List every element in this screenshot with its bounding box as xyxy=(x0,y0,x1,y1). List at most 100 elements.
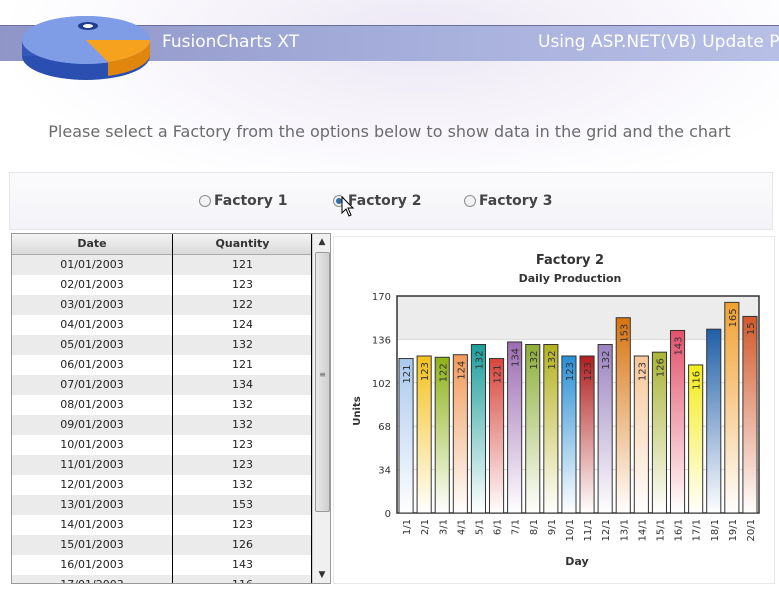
quantity-cell: 126 xyxy=(232,538,253,551)
table-row[interactable]: 07/01/2003 134 xyxy=(12,375,312,395)
x-tick-label: 16/1 xyxy=(674,519,685,541)
x-tick-label: 18/1 xyxy=(710,519,721,541)
date-cell: 01/01/2003 xyxy=(60,258,124,271)
y-tick-label: 34 xyxy=(378,466,391,477)
quantity-cell: 123 xyxy=(232,438,253,451)
table-row[interactable]: 05/01/2003 132 xyxy=(12,335,312,355)
bar[interactable] xyxy=(706,328,722,514)
date-cell: 09/01/2003 xyxy=(60,418,124,431)
data-label: 124 xyxy=(456,361,467,380)
factory-2-label[interactable]: Factory 2 xyxy=(348,193,421,209)
table-row[interactable]: 03/01/2003 122 xyxy=(12,295,312,315)
table-row[interactable]: 16/01/2003 143 xyxy=(12,555,312,575)
quantity-cell: 134 xyxy=(232,378,253,391)
x-tick-label: 6/1 xyxy=(493,519,504,535)
data-label: 132 xyxy=(529,351,540,370)
date-cell: 08/01/2003 xyxy=(60,398,124,411)
data-label: 123 xyxy=(637,362,648,381)
table-row[interactable]: 15/01/2003 126 xyxy=(12,535,312,555)
date-cell: 05/01/2003 xyxy=(60,338,124,351)
scrollbar-thumb[interactable]: ≡ xyxy=(315,252,330,512)
quantity-cell: 123 xyxy=(232,458,253,471)
quantity-cell: 123 xyxy=(232,518,253,531)
data-label: 126 xyxy=(655,358,666,377)
date-cell: 17/01/2003 xyxy=(12,575,172,583)
scroll-down-arrow-icon[interactable]: ▼ xyxy=(313,567,330,583)
data-label: 121 xyxy=(493,365,504,384)
quantity-cell: 116 xyxy=(173,575,312,583)
bar[interactable] xyxy=(742,315,758,514)
date-cell: 14/01/2003 xyxy=(60,518,124,531)
bar[interactable] xyxy=(669,329,686,514)
bar[interactable] xyxy=(724,301,740,514)
data-label: 132 xyxy=(547,351,558,370)
y-tick-label: 0 xyxy=(385,509,391,520)
table-row[interactable]: 10/01/2003 123 xyxy=(12,435,312,455)
x-tick-label: 14/1 xyxy=(637,519,648,541)
app-title: FusionCharts XT xyxy=(162,32,300,52)
table-row[interactable]: 14/01/2003 123 xyxy=(12,515,312,535)
quantity-cell: 121 xyxy=(232,258,253,271)
plot-band xyxy=(397,296,759,340)
data-label: 143 xyxy=(674,336,685,355)
x-tick-label: 3/1 xyxy=(438,519,449,535)
date-cell: 07/01/2003 xyxy=(60,378,124,391)
radio-unchecked-icon[interactable] xyxy=(464,195,476,207)
column-header-quantity[interactable]: Quantity xyxy=(173,234,312,254)
factory-3-label[interactable]: Factory 3 xyxy=(479,193,552,209)
data-label: 123 xyxy=(583,362,594,381)
quantity-cell: 124 xyxy=(232,318,253,331)
table-row[interactable]: 08/01/2003 132 xyxy=(12,395,312,415)
table-row[interactable]: 17/01/2003116 xyxy=(12,575,312,583)
chart-container: Factory 2 Daily Production Day Units 0 34… xyxy=(333,236,775,584)
bar-chart: Factory 2 Daily Production Day Units 0 34… xyxy=(352,253,760,568)
mouse-cursor-icon xyxy=(341,196,355,217)
page-subtitle: Using ASP.NET(VB) Update P xyxy=(538,32,779,52)
radio-unchecked-icon[interactable] xyxy=(199,195,211,207)
chart-title: Factory 2 xyxy=(536,253,604,268)
date-cell: 02/01/2003 xyxy=(60,278,124,291)
data-label: 134 xyxy=(511,348,522,367)
table-row[interactable]: 02/01/2003 123 xyxy=(12,275,312,295)
data-label: 165 xyxy=(728,308,739,327)
quantity-cell: 122 xyxy=(232,298,253,311)
factory-1-label[interactable]: Factory 1 xyxy=(214,193,287,209)
data-label: 15 xyxy=(746,322,757,335)
date-cell: 10/01/2003 xyxy=(60,438,124,451)
y-tick-label: 68 xyxy=(378,422,391,433)
x-tick-label: 13/1 xyxy=(619,519,630,541)
date-cell: 04/01/2003 xyxy=(60,318,124,331)
bar[interactable] xyxy=(615,317,631,514)
quantity-cell: 132 xyxy=(232,478,253,491)
scroll-up-arrow-icon[interactable]: ▲ xyxy=(313,234,330,250)
grid-scrollbar[interactable]: ▲ ≡ ▼ xyxy=(312,234,330,583)
x-tick-label: 5/1 xyxy=(474,519,485,535)
x-tick-label: 12/1 xyxy=(601,519,612,541)
data-label: 123 xyxy=(565,362,576,381)
table-row[interactable]: 11/01/2003 123 xyxy=(12,455,312,475)
table-row[interactable]: 12/01/2003 132 xyxy=(12,475,312,495)
table-row[interactable]: 01/01/2003 121 xyxy=(12,255,312,275)
x-tick-label: 19/1 xyxy=(728,519,739,541)
quantity-cell: 143 xyxy=(232,558,253,571)
table-row[interactable]: 04/01/2003 124 xyxy=(12,315,312,335)
quantity-cell: 153 xyxy=(232,498,253,511)
x-tick-label: 10/1 xyxy=(565,519,576,541)
data-label: 116 xyxy=(692,371,703,390)
grip-icon: ≡ xyxy=(319,370,326,379)
x-tick-label: 20/1 xyxy=(746,519,757,541)
quantity-cell: 121 xyxy=(232,358,253,371)
table-row[interactable]: 09/01/2003 132 xyxy=(12,415,312,435)
date-cell: 16/01/2003 xyxy=(60,558,124,571)
date-cell: 06/01/2003 xyxy=(60,358,124,371)
data-label: 122 xyxy=(438,363,449,382)
table-row[interactable]: 13/01/2003 153 xyxy=(12,495,312,515)
table-row[interactable]: 06/01/2003 121 xyxy=(12,355,312,375)
date-cell: 11/01/2003 xyxy=(60,458,124,471)
column-header-date[interactable]: Date xyxy=(12,234,172,254)
quantity-cell: 132 xyxy=(232,418,253,431)
x-tick-label: 15/1 xyxy=(655,519,666,541)
x-tick-label: 17/1 xyxy=(692,519,703,541)
x-tick-label: 11/1 xyxy=(583,519,594,541)
date-cell: 03/01/2003 xyxy=(60,298,124,311)
